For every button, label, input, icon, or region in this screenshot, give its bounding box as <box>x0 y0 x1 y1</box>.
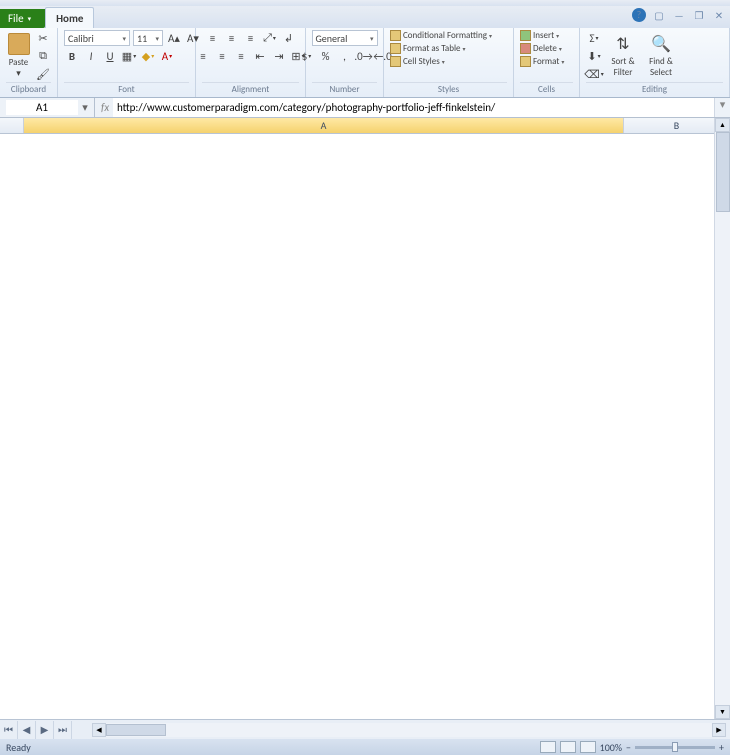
normal-view-button[interactable] <box>540 741 556 753</box>
formula-bar: ▾ fx ▾ <box>0 98 730 118</box>
worksheet-grid[interactable]: A B <box>0 118 730 719</box>
group-styles-label: Styles <box>390 82 507 97</box>
name-box-dropdown[interactable]: ▾ <box>78 101 92 114</box>
wrap-text-button[interactable]: ↲ <box>281 30 297 46</box>
insert-cells-button[interactable]: Insert▾ <box>520 30 559 41</box>
autosum-button[interactable]: Σ <box>586 30 602 46</box>
fill-color-button[interactable]: ◆ <box>140 48 156 64</box>
number-format-combo[interactable]: General▾ <box>312 30 378 46</box>
italic-button[interactable]: I <box>83 48 99 64</box>
horizontal-scrollbar[interactable]: ◀ ▶ <box>92 723 726 737</box>
font-color-button[interactable]: A <box>159 48 175 64</box>
sort-filter-button[interactable]: ⇅ Sort & Filter <box>606 32 640 80</box>
percent-format-button[interactable]: % <box>318 48 334 64</box>
ribbon: Paste ▾ ✂ ⧉ 🖌 Clipboard Calibri▾ 11▾ A▴ … <box>0 28 730 98</box>
format-cells-button[interactable]: Format▾ <box>520 56 564 67</box>
copy-button[interactable]: ⧉ <box>35 48 51 64</box>
format-painter-button[interactable]: 🖌 <box>35 66 51 82</box>
group-font-label: Font <box>64 82 189 97</box>
underline-button[interactable]: U <box>102 48 118 64</box>
scroll-left-button[interactable]: ◀ <box>92 723 106 737</box>
column-header-a[interactable]: A <box>24 118 624 133</box>
minimize-ribbon-icon[interactable]: ▢ <box>652 9 666 22</box>
bold-button[interactable]: B <box>64 48 80 64</box>
group-clipboard-label: Clipboard <box>6 82 51 97</box>
ribbon-tabstrip: File Home ? ▢ — ❐ ✕ <box>0 6 730 28</box>
format-as-table-button[interactable]: Format as Table▾ <box>390 43 466 54</box>
insert-function-button[interactable]: fx <box>95 98 113 117</box>
scroll-down-button[interactable]: ▼ <box>715 705 730 719</box>
restore-window-icon[interactable]: ❐ <box>692 9 706 22</box>
scroll-up-button[interactable]: ▲ <box>715 118 730 132</box>
status-bar: Ready 100% − + <box>0 739 730 755</box>
tab-home[interactable]: Home <box>45 7 94 28</box>
fill-button[interactable]: ⬇ <box>586 48 602 64</box>
cut-button[interactable]: ✂ <box>35 30 51 46</box>
font-size-combo[interactable]: 11▾ <box>133 30 163 46</box>
cell-styles-button[interactable]: Cell Styles▾ <box>390 56 445 67</box>
vertical-scrollbar[interactable]: ▲ ▼ <box>714 118 730 719</box>
align-bottom-button[interactable]: ≡ <box>243 30 259 46</box>
close-window-icon[interactable]: ✕ <box>712 9 726 22</box>
accounting-format-button[interactable]: $ <box>299 48 315 64</box>
clear-button[interactable]: ⌫ <box>586 66 602 82</box>
grow-font-button[interactable]: A▴ <box>166 30 182 46</box>
align-top-button[interactable]: ≡ <box>205 30 221 46</box>
orientation-button[interactable]: ⤢ <box>262 30 278 46</box>
zoom-slider[interactable] <box>635 746 715 749</box>
expand-formula-bar[interactable]: ▾ <box>714 98 730 117</box>
sheet-nav-prev[interactable]: ◀ <box>18 721 36 739</box>
minimize-window-icon[interactable]: — <box>672 9 686 22</box>
find-icon: 🔍 <box>651 34 671 54</box>
paste-button[interactable]: Paste ▾ <box>6 32 31 80</box>
zoom-level[interactable]: 100% <box>600 741 622 754</box>
scroll-right-button[interactable]: ▶ <box>712 723 726 737</box>
select-all-corner[interactable] <box>0 118 24 133</box>
group-alignment-label: Alignment <box>202 82 299 97</box>
group-number-label: Number <box>312 82 377 97</box>
status-ready: Ready <box>6 741 31 754</box>
sheet-nav-next[interactable]: ▶ <box>36 721 54 739</box>
formula-input[interactable] <box>113 98 714 117</box>
sheet-nav-last[interactable]: ⏭ <box>54 721 72 739</box>
group-cells-label: Cells <box>520 82 573 97</box>
decrease-indent-button[interactable]: ⇤ <box>252 48 268 64</box>
align-right-button[interactable]: ≡ <box>233 48 249 64</box>
file-tab[interactable]: File <box>0 9 45 28</box>
paste-icon <box>8 33 30 55</box>
sheet-tab-bar: ⏮ ◀ ▶ ⏭ ◀ ▶ <box>0 719 730 739</box>
align-middle-button[interactable]: ≡ <box>224 30 240 46</box>
help-icon[interactable]: ? <box>632 8 646 22</box>
comma-format-button[interactable]: , <box>337 48 353 64</box>
border-button[interactable]: ▦ <box>121 48 137 64</box>
hscroll-thumb[interactable] <box>106 724 166 736</box>
font-name-combo[interactable]: Calibri▾ <box>64 30 130 46</box>
page-layout-view-button[interactable] <box>560 741 576 753</box>
name-box[interactable] <box>6 100 78 115</box>
sheet-nav-first[interactable]: ⏮ <box>0 721 18 739</box>
sort-filter-icon: ⇅ <box>616 34 629 54</box>
find-select-button[interactable]: 🔍 Find & Select <box>644 32 678 80</box>
increase-decimal-button[interactable]: .0→ <box>356 48 372 64</box>
align-left-button[interactable]: ≡ <box>195 48 211 64</box>
zoom-in-button[interactable]: + <box>719 741 724 754</box>
increase-indent-button[interactable]: ⇥ <box>271 48 287 64</box>
conditional-formatting-button[interactable]: Conditional Formatting▾ <box>390 30 492 41</box>
delete-cells-button[interactable]: Delete▾ <box>520 43 562 54</box>
page-break-view-button[interactable] <box>580 741 596 753</box>
zoom-out-button[interactable]: − <box>626 741 631 754</box>
vscroll-thumb[interactable] <box>716 132 730 212</box>
group-editing-label: Editing <box>586 82 723 97</box>
align-center-button[interactable]: ≡ <box>214 48 230 64</box>
